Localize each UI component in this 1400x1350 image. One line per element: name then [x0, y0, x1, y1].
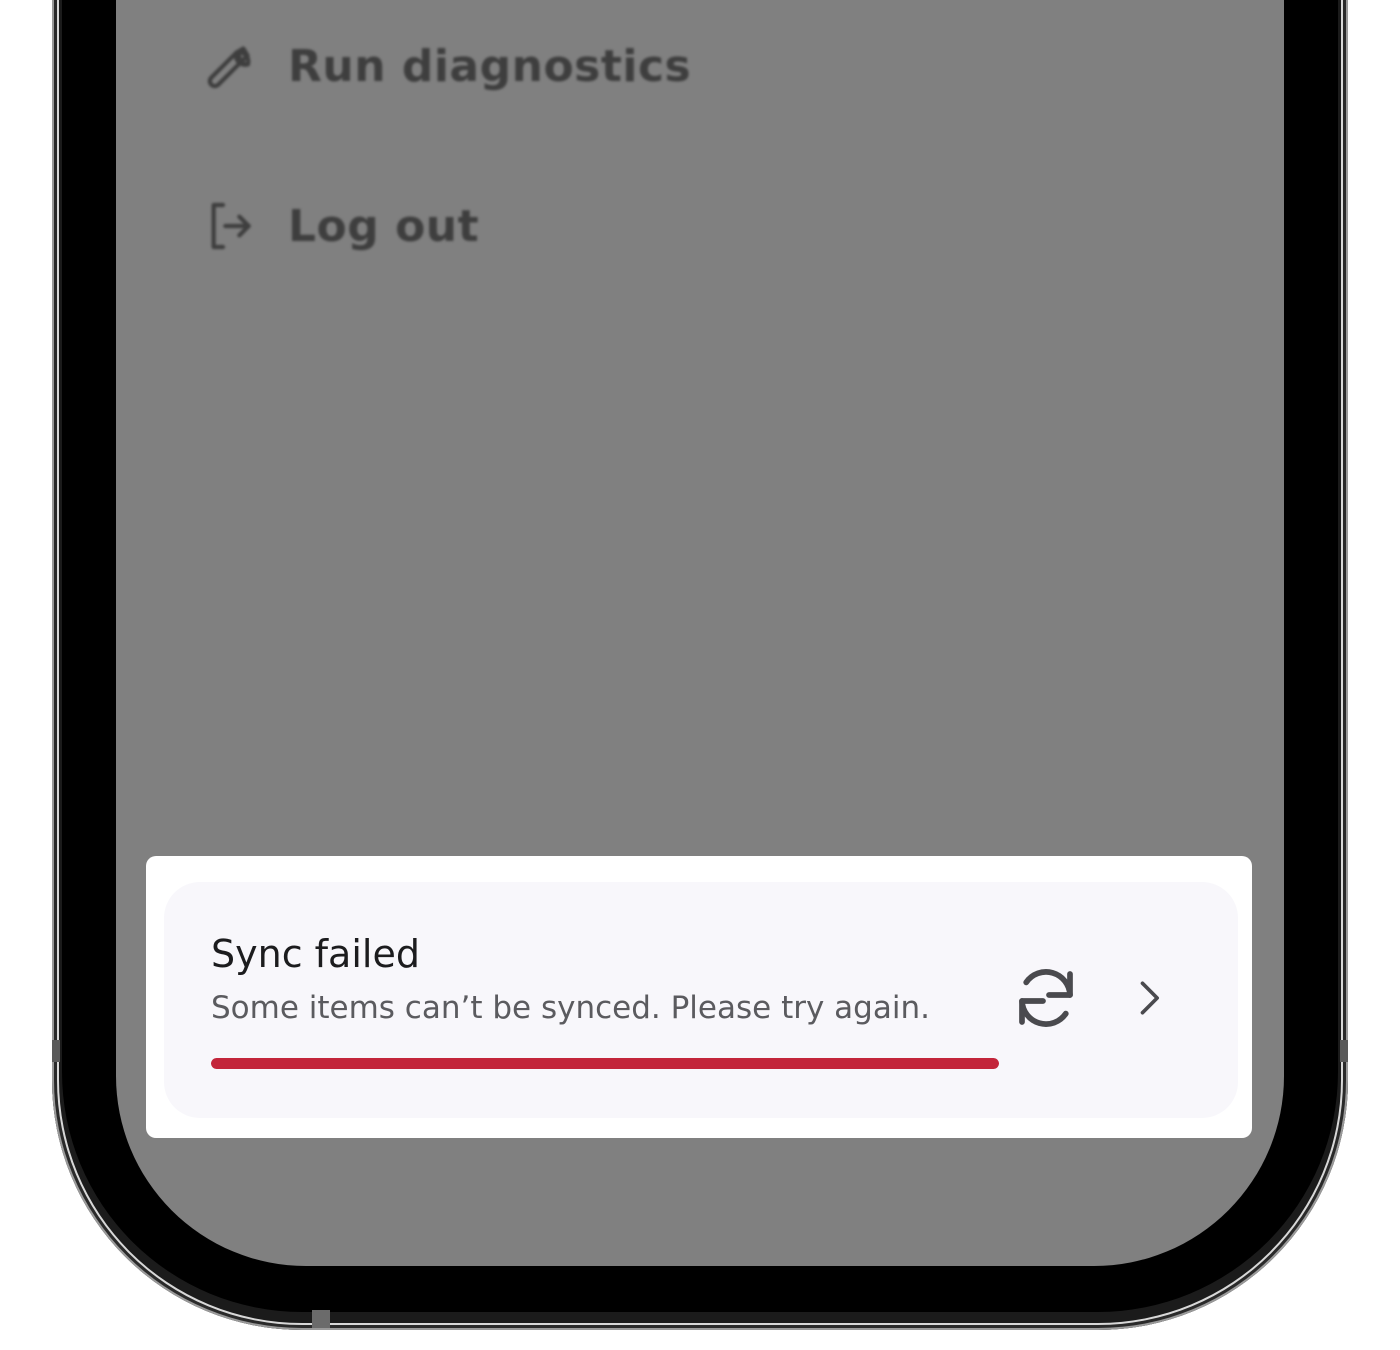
toast-message: Some items can’t be synced. Please try a…: [211, 990, 930, 1026]
toast-title: Sync failed: [211, 932, 420, 976]
antenna-band: [312, 1310, 330, 1328]
side-button: [1340, 1040, 1348, 1062]
toast-card[interactable]: Sync failed Some items can’t be synced. …: [164, 882, 1238, 1118]
device-screenshot: Run diagnostics Log out Sync failed Some…: [0, 0, 1400, 1350]
side-button: [52, 1040, 60, 1062]
logout-icon: [200, 196, 260, 256]
sync-progress-fill: [211, 1058, 999, 1069]
menu-item-run-diagnostics[interactable]: Run diagnostics: [200, 36, 691, 96]
chevron-right-icon: [1126, 976, 1170, 1024]
sync-status-toast: Sync failed Some items can’t be synced. …: [146, 856, 1252, 1138]
wrench-icon: [200, 36, 260, 96]
menu-item-label: Log out: [288, 200, 480, 252]
toast-details-button[interactable]: [1120, 972, 1176, 1028]
sync-progress-bar: [211, 1058, 999, 1069]
refresh-icon: [1010, 962, 1082, 1038]
menu-item-log-out[interactable]: Log out: [200, 196, 479, 256]
menu-item-label: Run diagnostics: [288, 40, 692, 92]
retry-sync-button[interactable]: [1006, 960, 1086, 1040]
